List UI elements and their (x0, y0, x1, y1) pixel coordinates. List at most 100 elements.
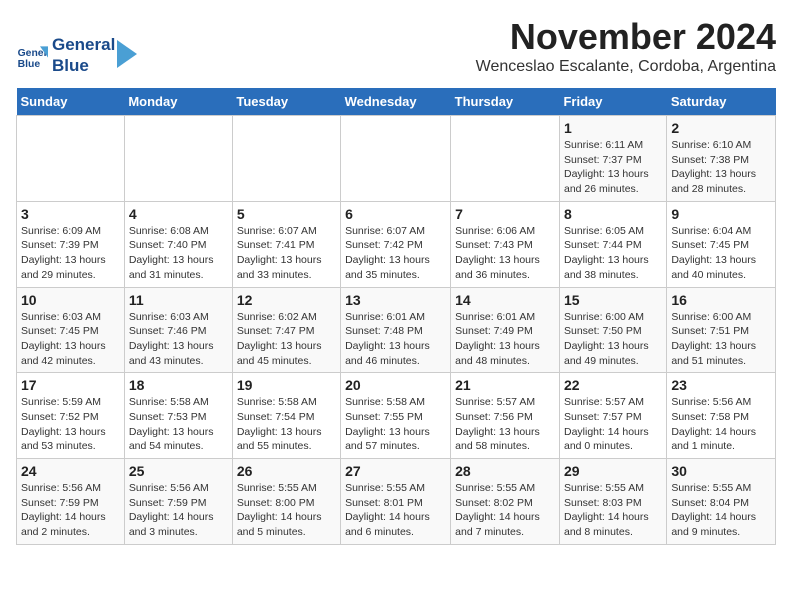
day-number: 13 (345, 292, 446, 308)
calendar-cell (451, 116, 560, 202)
day-info: Sunrise: 6:00 AM Sunset: 7:51 PM Dayligh… (671, 310, 771, 369)
day-number: 21 (455, 377, 555, 393)
header-row: SundayMondayTuesdayWednesdayThursdayFrid… (17, 88, 776, 116)
day-number: 11 (129, 292, 228, 308)
day-info: Sunrise: 5:55 AM Sunset: 8:04 PM Dayligh… (671, 481, 771, 540)
day-number: 25 (129, 463, 228, 479)
calendar-cell (124, 116, 232, 202)
day-info: Sunrise: 6:01 AM Sunset: 7:49 PM Dayligh… (455, 310, 555, 369)
calendar-cell: 19 Sunrise: 5:58 AM Sunset: 7:54 PM Dayli… (232, 373, 340, 459)
calendar-cell: 16 Sunrise: 6:00 AM Sunset: 7:51 PM Dayli… (667, 287, 776, 373)
week-row-3: 10 Sunrise: 6:03 AM Sunset: 7:45 PM Dayli… (17, 287, 776, 373)
day-number: 8 (564, 206, 662, 222)
day-info: Sunrise: 5:55 AM Sunset: 8:01 PM Dayligh… (345, 481, 446, 540)
day-info: Sunrise: 5:55 AM Sunset: 8:00 PM Dayligh… (237, 481, 336, 540)
calendar-cell: 6 Sunrise: 6:07 AM Sunset: 7:42 PM Daylig… (341, 201, 451, 287)
calendar-cell: 22 Sunrise: 5:57 AM Sunset: 7:57 PM Dayli… (559, 373, 666, 459)
day-info: Sunrise: 5:57 AM Sunset: 7:56 PM Dayligh… (455, 395, 555, 454)
header-day-sunday: Sunday (17, 88, 125, 116)
day-info: Sunrise: 6:02 AM Sunset: 7:47 PM Dayligh… (237, 310, 336, 369)
calendar-cell: 20Sunrise: 5:58 AM Sunset: 7:55 PM Dayli… (341, 373, 451, 459)
calendar-cell (341, 116, 451, 202)
day-number: 15 (564, 292, 662, 308)
logo-icon: General Blue (16, 40, 48, 72)
calendar-cell: 27 Sunrise: 5:55 AM Sunset: 8:01 PM Dayli… (341, 459, 451, 545)
day-number: 10 (21, 292, 120, 308)
day-number: 22 (564, 377, 662, 393)
week-row-5: 24Sunrise: 5:56 AM Sunset: 7:59 PM Dayli… (17, 459, 776, 545)
day-number: 5 (237, 206, 336, 222)
day-number: 14 (455, 292, 555, 308)
logo: General Blue General Blue (16, 35, 137, 76)
calendar-cell (17, 116, 125, 202)
day-number: 23 (671, 377, 771, 393)
calendar-cell: 15 Sunrise: 6:00 AM Sunset: 7:50 PM Dayli… (559, 287, 666, 373)
day-info: Sunrise: 5:57 AM Sunset: 7:57 PM Dayligh… (564, 395, 662, 454)
day-info: Sunrise: 6:01 AM Sunset: 7:48 PM Dayligh… (345, 310, 446, 369)
calendar-cell: 13 Sunrise: 6:01 AM Sunset: 7:48 PM Dayli… (341, 287, 451, 373)
day-number: 17 (21, 377, 120, 393)
day-info: Sunrise: 5:56 AM Sunset: 7:58 PM Dayligh… (671, 395, 771, 454)
calendar-cell: 11 Sunrise: 6:03 AM Sunset: 7:46 PM Dayli… (124, 287, 232, 373)
week-row-4: 17Sunrise: 5:59 AM Sunset: 7:52 PM Dayli… (17, 373, 776, 459)
day-number: 2 (671, 120, 771, 136)
week-row-1: 1Sunrise: 6:11 AM Sunset: 7:37 PM Daylig… (17, 116, 776, 202)
header-day-wednesday: Wednesday (341, 88, 451, 116)
calendar-cell: 29Sunrise: 5:55 AM Sunset: 8:03 PM Dayli… (559, 459, 666, 545)
calendar-cell: 9Sunrise: 6:04 AM Sunset: 7:45 PM Daylig… (667, 201, 776, 287)
day-number: 19 (237, 377, 336, 393)
day-info: Sunrise: 6:10 AM Sunset: 7:38 PM Dayligh… (671, 138, 771, 197)
day-number: 27 (345, 463, 446, 479)
day-info: Sunrise: 6:08 AM Sunset: 7:40 PM Dayligh… (129, 224, 228, 283)
calendar-cell: 18 Sunrise: 5:58 AM Sunset: 7:53 PM Dayli… (124, 373, 232, 459)
day-info: Sunrise: 6:07 AM Sunset: 7:42 PM Dayligh… (345, 224, 446, 283)
day-info: Sunrise: 5:58 AM Sunset: 7:55 PM Dayligh… (345, 395, 446, 454)
calendar-cell: 30 Sunrise: 5:55 AM Sunset: 8:04 PM Dayli… (667, 459, 776, 545)
day-number: 16 (671, 292, 771, 308)
day-number: 28 (455, 463, 555, 479)
header-day-saturday: Saturday (667, 88, 776, 116)
day-number: 30 (671, 463, 771, 479)
calendar-cell: 26 Sunrise: 5:55 AM Sunset: 8:00 PM Dayli… (232, 459, 340, 545)
calendar-cell: 2 Sunrise: 6:10 AM Sunset: 7:38 PM Daylig… (667, 116, 776, 202)
day-number: 7 (455, 206, 555, 222)
day-info: Sunrise: 5:55 AM Sunset: 8:02 PM Dayligh… (455, 481, 555, 540)
calendar-cell: 14 Sunrise: 6:01 AM Sunset: 7:49 PM Dayli… (451, 287, 560, 373)
calendar-cell: 24Sunrise: 5:56 AM Sunset: 7:59 PM Dayli… (17, 459, 125, 545)
day-info: Sunrise: 6:06 AM Sunset: 7:43 PM Dayligh… (455, 224, 555, 283)
day-info: Sunrise: 6:05 AM Sunset: 7:44 PM Dayligh… (564, 224, 662, 283)
calendar-cell: 7 Sunrise: 6:06 AM Sunset: 7:43 PM Daylig… (451, 201, 560, 287)
calendar-cell: 1Sunrise: 6:11 AM Sunset: 7:37 PM Daylig… (559, 116, 666, 202)
day-info: Sunrise: 5:58 AM Sunset: 7:53 PM Dayligh… (129, 395, 228, 454)
day-info: Sunrise: 6:11 AM Sunset: 7:37 PM Dayligh… (564, 138, 662, 197)
day-info: Sunrise: 6:03 AM Sunset: 7:45 PM Dayligh… (21, 310, 120, 369)
calendar-cell: 12 Sunrise: 6:02 AM Sunset: 7:47 PM Dayli… (232, 287, 340, 373)
day-number: 26 (237, 463, 336, 479)
calendar-table: SundayMondayTuesdayWednesdayThursdayFrid… (16, 88, 776, 545)
svg-text:Blue: Blue (18, 59, 41, 70)
day-number: 18 (129, 377, 228, 393)
day-info: Sunrise: 6:00 AM Sunset: 7:50 PM Dayligh… (564, 310, 662, 369)
calendar-header: SundayMondayTuesdayWednesdayThursdayFrid… (17, 88, 776, 116)
day-info: Sunrise: 5:58 AM Sunset: 7:54 PM Dayligh… (237, 395, 336, 454)
calendar-cell (232, 116, 340, 202)
calendar-cell: 3Sunrise: 6:09 AM Sunset: 7:39 PM Daylig… (17, 201, 125, 287)
week-row-2: 3Sunrise: 6:09 AM Sunset: 7:39 PM Daylig… (17, 201, 776, 287)
day-number: 4 (129, 206, 228, 222)
day-number: 3 (21, 206, 120, 222)
calendar-cell: 28 Sunrise: 5:55 AM Sunset: 8:02 PM Dayli… (451, 459, 560, 545)
logo-line1: General (52, 35, 115, 55)
location-title: Wenceslao Escalante, Cordoba, Argentina (476, 58, 776, 76)
day-number: 12 (237, 292, 336, 308)
calendar-cell: 5Sunrise: 6:07 AM Sunset: 7:41 PM Daylig… (232, 201, 340, 287)
day-number: 9 (671, 206, 771, 222)
day-number: 6 (345, 206, 446, 222)
header-day-thursday: Thursday (451, 88, 560, 116)
month-title: November 2024 (476, 16, 776, 58)
logo-arrow-icon (117, 40, 137, 68)
day-info: Sunrise: 6:03 AM Sunset: 7:46 PM Dayligh… (129, 310, 228, 369)
calendar-cell: 4 Sunrise: 6:08 AM Sunset: 7:40 PM Daylig… (124, 201, 232, 287)
calendar-cell: 23 Sunrise: 5:56 AM Sunset: 7:58 PM Dayli… (667, 373, 776, 459)
calendar-cell: 8 Sunrise: 6:05 AM Sunset: 7:44 PM Daylig… (559, 201, 666, 287)
header-day-friday: Friday (559, 88, 666, 116)
